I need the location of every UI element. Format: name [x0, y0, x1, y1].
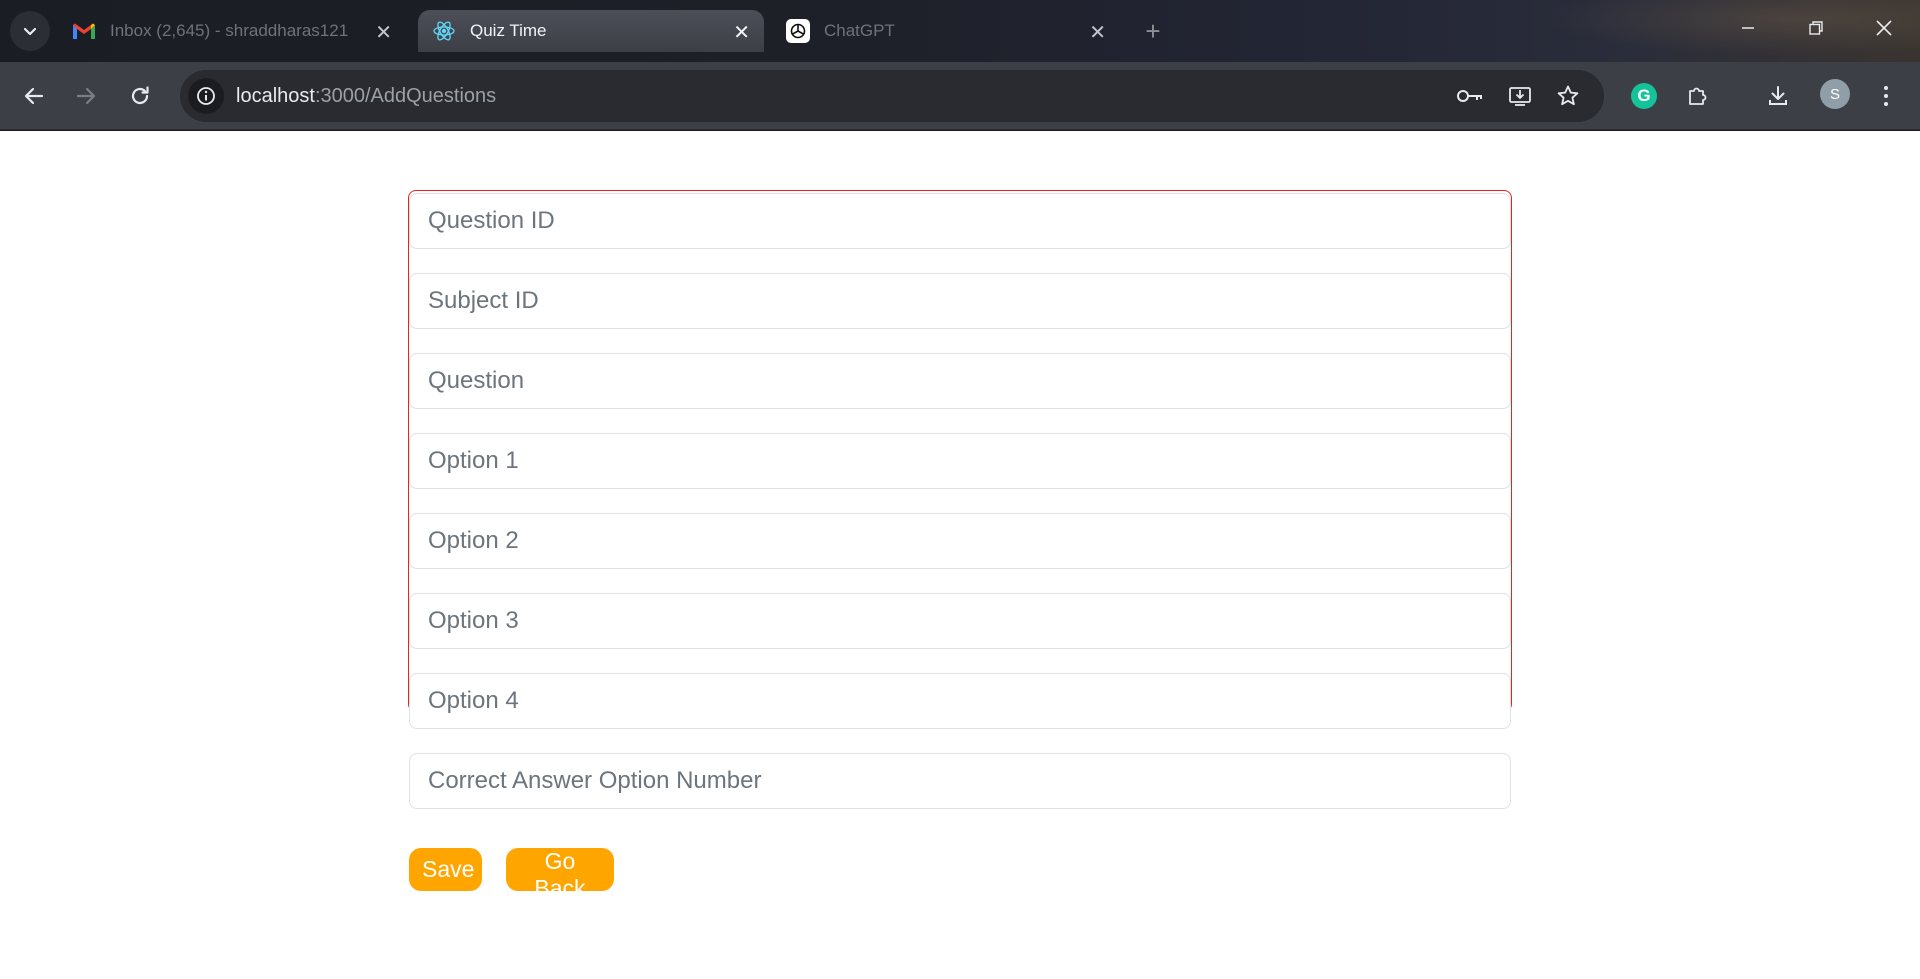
minimize-icon — [1742, 27, 1754, 29]
subject-id-input[interactable] — [409, 273, 1511, 329]
plus-icon: + — [1145, 15, 1161, 46]
close-icon[interactable]: ✕ — [375, 20, 392, 45]
grammarly-extension-button[interactable]: G — [1624, 76, 1664, 116]
install-icon — [1509, 87, 1531, 106]
browser-menu-button[interactable] — [1866, 76, 1906, 116]
profile-initial: S — [1829, 85, 1840, 103]
address-bar[interactable]: localhost:3000/AddQuestions — [180, 70, 1604, 122]
new-tab-button[interactable]: + — [1136, 14, 1170, 48]
close-icon — [1876, 20, 1892, 36]
save-button[interactable]: Save — [409, 848, 482, 891]
question-input[interactable] — [409, 353, 1511, 409]
react-icon — [433, 21, 455, 41]
option-2-input[interactable] — [409, 513, 1511, 569]
url-text[interactable]: localhost:3000/AddQuestions — [236, 85, 496, 108]
restore-icon — [1809, 21, 1823, 35]
correct-answer-input[interactable] — [409, 753, 1511, 809]
install-app-button[interactable] — [1500, 76, 1540, 116]
site-info-button[interactable] — [188, 78, 224, 114]
tab-title: ChatGPT — [824, 21, 895, 40]
url-path: :3000/AddQuestions — [314, 85, 497, 107]
minimize-button[interactable] — [1714, 0, 1782, 56]
key-icon — [1457, 90, 1482, 102]
tab-chatgpt[interactable]: ChatGPT ✕ — [772, 10, 1120, 52]
tab-strip: Inbox (2,645) - shraddharas121 ✕ Quiz Ti… — [0, 0, 1920, 62]
arrow-right-icon — [76, 87, 96, 105]
tab-search-button[interactable] — [10, 11, 50, 51]
puzzle-icon — [1689, 87, 1707, 105]
question-id-input[interactable] — [409, 193, 1511, 249]
grammarly-icon: G — [1631, 83, 1657, 109]
chevron-down-icon — [23, 27, 37, 36]
bookmark-button[interactable] — [1548, 76, 1588, 116]
download-icon — [1769, 86, 1787, 105]
close-icon[interactable]: ✕ — [1089, 20, 1106, 45]
close-icon[interactable]: ✕ — [733, 20, 750, 45]
option-4-input[interactable] — [409, 673, 1511, 729]
downloads-button[interactable] — [1758, 76, 1798, 116]
url-host: localhost — [236, 85, 315, 107]
tab-quiz-time[interactable]: Quiz Time ✕ — [418, 10, 764, 52]
more-vertical-icon — [1884, 86, 1888, 106]
reload-button[interactable] — [120, 76, 160, 116]
tab-gmail[interactable]: Inbox (2,645) - shraddharas121 ✕ — [58, 10, 406, 52]
password-manager-button[interactable] — [1450, 76, 1490, 116]
chatgpt-icon — [786, 19, 810, 43]
back-button[interactable] — [14, 76, 54, 116]
browser-toolbar: localhost:3000/AddQuestions G S — [0, 62, 1920, 130]
restore-button[interactable] — [1782, 0, 1850, 56]
tab-title: Inbox (2,645) - shraddharas121 — [110, 21, 349, 40]
arrow-left-icon — [24, 87, 44, 105]
go-back-button[interactable]: Go Back — [506, 848, 614, 901]
tab-title: Quiz Time — [470, 21, 547, 40]
star-icon — [1557, 85, 1579, 106]
toolbar-divider — [0, 130, 1920, 131]
gmail-icon — [73, 23, 95, 39]
option-3-input[interactable] — [409, 593, 1511, 649]
forward-button[interactable] — [66, 76, 106, 116]
option-1-input[interactable] — [409, 433, 1511, 489]
profile-avatar[interactable]: S — [1820, 79, 1850, 109]
reload-icon — [131, 86, 149, 105]
close-window-button[interactable] — [1850, 0, 1918, 56]
extensions-button[interactable] — [1678, 76, 1718, 116]
info-icon — [197, 87, 215, 105]
